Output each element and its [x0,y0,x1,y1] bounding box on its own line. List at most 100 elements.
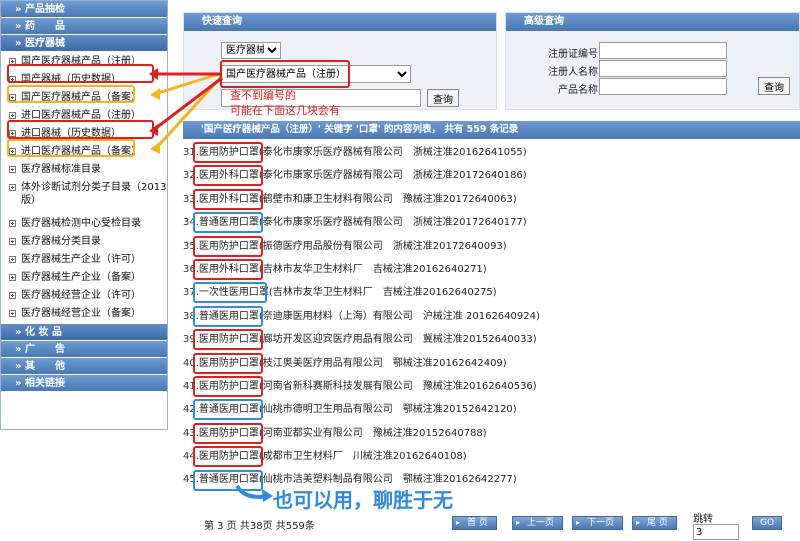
product-name-link[interactable]: 普通医用口罩 [199,468,259,491]
product-name-link[interactable]: 医用防护口罩 [199,422,259,445]
registration-number: 吉械注准20162640271) [372,263,487,275]
company-name: (成都市卫生材料厂 [258,451,343,463]
quick-search-button[interactable]: 查询 [427,89,459,107]
sidebar-item-manufacturer-filing[interactable]: 医疗器械生产企业（备案） [1,268,167,286]
nav-section-product-sampling[interactable]: » 产品抽检 [1,1,167,18]
product-name-link[interactable]: 医用外科口罩 [199,258,259,281]
product-name-link[interactable]: 医用防护口罩 [199,375,259,398]
quick-search-title: 快速查询 [184,13,496,31]
row-number: 38. [183,310,199,322]
result-row[interactable]: 37. 一次性医用口罩 (吉林市友华卫生材料厂 吉械注准20162640275) [183,281,800,304]
result-row[interactable]: 39. 医用防护口罩 (廊坊开发区迎宾医疗用品有限公司 冀械注准20152640033… [183,328,800,351]
registration-number: 鄂械注准20162642409) [392,357,507,369]
product-name-link[interactable]: 普通医用口罩 [199,211,259,234]
sidebar-item-domestic-history[interactable]: 国产器械（历史数据） [1,70,167,88]
product-name-link[interactable]: 医用防护口罩 [199,141,259,164]
result-row[interactable]: 41. 医用防护口罩 (河南省新科赛斯科技发展有限公司 豫械注准20162640536… [183,375,800,398]
row-number: 44. [183,451,199,463]
sidebar-item-import-filing[interactable]: 进口医疗器械产品（备案） [1,142,167,160]
sidebar-item-label: 进口医疗器械产品（备案） [21,146,141,157]
nav-section-medical-devices[interactable]: » 医疗器械 [1,35,167,52]
row-number: 40. [183,357,199,369]
sidebar-item-label: 国产器械（历史数据） [21,74,121,85]
sidebar-item-manufacturer-license[interactable]: 医疗器械生产企业（许可） [1,250,167,268]
registration-number: 鄂械注准20152642120) [402,404,517,416]
result-row[interactable]: 32. 医用外科口罩 (泰化市康家乐医疗器械有限公司 浙械注准20172640186) [183,164,800,187]
product-name-link[interactable]: 医用外科口罩 [199,188,259,211]
result-row[interactable]: 35. 医用防护口罩 (振德医疗用品股份有限公司 浙械注准20172640093) [183,235,800,258]
sidebar-item-classification[interactable]: 医疗器械分类目录 [1,232,167,250]
product-name-link[interactable]: 一次性医用口罩 [199,281,269,304]
registration-number: 沪械注准 20162640924) [422,310,540,322]
jump-page-input[interactable] [693,524,739,540]
product-name-link[interactable]: 医用外科口罩 [199,164,259,187]
company-name: (吉林市友华卫生材料厂 [258,263,363,275]
advanced-search-button[interactable]: 查询 [758,77,790,95]
product-name-link[interactable]: 普通医用口罩 [199,305,259,328]
sidebar-item-distributor-license[interactable]: 医疗器械经营企业（许可） [1,286,167,304]
product-type-select[interactable]: 国产医疗器械产品（注册） [221,65,411,83]
result-row[interactable]: 34. 普通医用口罩 (泰化市康家乐医疗器械有限公司 浙械注准20172640177) [183,211,800,234]
expand-icon [9,310,16,317]
expand-icon [9,238,16,245]
company-name: (河南亚都实业有限公司 [258,427,363,439]
expand-icon [9,76,16,83]
company-name: (鹤壁市和康卫生材料有限公司 [258,193,393,205]
nav-section-cosmetics[interactable]: » 化 妆 品 [1,324,167,341]
result-row[interactable]: 44. 医用防护口罩 (成都市卫生材料厂 川械注准20162640108) [183,445,800,468]
prev-page-button[interactable]: 上一页 [512,516,564,530]
sidebar-item-distributor-filing[interactable]: 医疗器械经营企业（备案） [1,304,167,322]
company-name: (仙桃市德明卫生用品有限公司 [258,404,393,416]
result-row[interactable]: 31. 医用防护口罩 (泰化市康家乐医疗器械有限公司 浙械注准20162641055) [183,141,800,164]
go-button[interactable]: GO [752,516,782,530]
annotation-blue-note: 也可以用，聊胜于无 [273,488,453,512]
sidebar-item-domestic-registered[interactable]: 国产医疗器械产品（注册） [1,52,167,70]
first-page-button[interactable]: 首 页 [452,516,497,530]
result-row[interactable]: 42. 普通医用口罩 (仙桃市德明卫生用品有限公司 鄂械注准20152642120) [183,398,800,421]
sidebar-item-import-history[interactable]: 进口器械（历史数据） [1,124,167,142]
registration-number: 冀械注准20152640033) [422,334,537,346]
product-name-link[interactable]: 医用防护口罩 [199,352,259,375]
result-row[interactable]: 40. 医用防护口罩 (枝江奥美医疗用品有限公司 鄂械注准20162642409) [183,352,800,375]
sidebar-item-import-registered[interactable]: 进口医疗器械产品（注册） [1,106,167,124]
result-row[interactable]: 36. 医用外科口罩 (吉林市友华卫生材料厂 吉械注准20162640271) [183,258,800,281]
company-name: (奈迪康医用材料（上海）有限公司 [258,310,413,322]
sidebar-item-test-center[interactable]: 医疗器械检测中心受检目录 [1,214,167,232]
page-info: 第 3 页 共38页 共559条 [204,521,315,532]
expand-icon [9,274,16,281]
product-name-link[interactable]: 医用防护口罩 [199,235,259,258]
product-name-label: 产品名称 [558,85,598,96]
result-row[interactable]: 33. 医用外科口罩 (鹤壁市和康卫生材料有限公司 豫械注准20172640063) [183,188,800,211]
product-name-link[interactable]: 普通医用口罩 [199,398,259,421]
result-row[interactable]: 43. 医用防护口罩 (河南亚都实业有限公司 豫械注准20152640788) [183,422,800,445]
reg-no-input[interactable] [599,42,727,59]
registration-number: 豫械注准20162640536) [422,380,537,392]
sidebar-item-standards[interactable]: 医疗器械标准目录 [1,160,167,178]
nav-section-drugs[interactable]: » 药 品 [1,18,167,35]
last-page-button[interactable]: 尾 页 [632,516,677,530]
registrant-input[interactable] [599,60,727,77]
category-select[interactable]: 医疗器械 [221,42,281,59]
sidebar-item-label: 进口器械（历史数据） [21,128,121,139]
row-number: 33. [183,193,199,205]
advanced-search-panel: 高级查询 注册证编号 注册人名称 产品名称 查询 [505,12,800,110]
product-name-link[interactable]: 医用防护口罩 [199,445,259,468]
nav-section-links[interactable]: » 相关链接 [1,375,167,392]
company-name: (泰化市康家乐医疗器械有限公司 [258,217,403,229]
registration-number: 浙械注准20172640186) [412,170,527,182]
next-page-button[interactable]: 下一页 [572,516,624,530]
product-name-input[interactable] [599,78,727,95]
row-number: 42. [183,404,199,416]
result-row[interactable]: 38. 普通医用口罩 (奈迪康医用材料（上海）有限公司 沪械注准 2016264092… [183,305,800,328]
registration-number: 豫械注准20152640788) [372,427,487,439]
company-name: (河南省新科赛斯科技发展有限公司 [258,380,413,392]
sidebar-item-domestic-filing[interactable]: 国产医疗器械产品（备案） [1,88,167,106]
row-number: 34. [183,217,199,229]
nav-section-other[interactable]: » 其 他 [1,358,167,375]
nav-section-ads[interactable]: » 广 告 [1,341,167,358]
reg-no-label: 注册证编号 [548,49,598,60]
sidebar-item-label: 医疗器械生产企业（备案） [21,272,141,283]
product-name-link[interactable]: 医用防护口罩 [199,328,259,351]
sidebar-item-ivd-catalog[interactable]: 体外诊断试剂分类子目录（2013版） [1,178,167,214]
row-number: 35. [183,240,199,252]
